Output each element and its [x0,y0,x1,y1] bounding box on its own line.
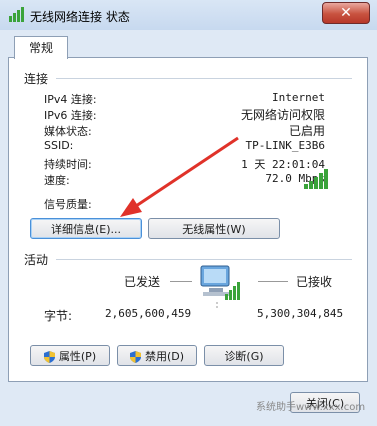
uac-shield-icon [129,351,141,363]
speed-label: 速度: [44,174,70,187]
activity-section-label: 活动 [24,253,49,267]
ssid-label: SSID: [44,139,74,152]
ipv4-label: IPv4 连接: [44,93,97,106]
bytes-received-value: 5,300,304,845 [257,307,344,320]
activity-divider [56,259,352,260]
ipv6-value: 无网络访问权限 [240,108,325,122]
ipv4-value: Internet [272,91,325,104]
diagnose-button[interactable]: 诊断(G) [204,345,284,366]
details-button[interactable]: 详细信息(E)... [30,218,142,239]
received-line [258,281,288,282]
bytes-sent-value: 2,605,600,459 [105,307,192,320]
uac-shield-icon [43,351,55,363]
duration-label: 持续时间: [44,158,92,171]
duration-value: 1 天 22:01:04 [241,158,325,171]
received-label: 已接收 [296,275,333,289]
ssid-value: TP-LINK_E3B6 [245,139,325,152]
connection-divider [56,78,352,79]
disable-button-label: 禁用(D) [144,350,185,363]
sent-label: 已发送 [124,275,161,289]
wireless-properties-button[interactable]: 无线属性(W) [148,218,280,239]
watermark-text: 系统助手www.xxx.com [256,402,366,413]
signal-quality-label: 信号质量: [44,198,92,211]
sent-line [170,281,192,282]
window-close-button[interactable]: ✕ [322,2,370,24]
title-bar: 无线网络连接 状态 ✕ [0,0,377,30]
network-computers-icon [200,265,240,310]
wireless-network-icon [9,7,24,22]
disable-button[interactable]: 禁用(D) [117,345,197,366]
media-state-label: 媒体状态: [44,125,92,138]
properties-button[interactable]: 属性(P) [30,345,110,366]
properties-button-label: 属性(P) [58,350,97,363]
media-state-value: 已启用 [288,124,325,138]
tab-general[interactable]: 常规 [14,36,68,59]
connection-section-label: 连接 [24,72,49,86]
ipv6-label: IPv6 连接: [44,109,97,122]
bytes-label: 字节: [44,309,73,323]
window-title: 无线网络连接 状态 [30,10,130,24]
